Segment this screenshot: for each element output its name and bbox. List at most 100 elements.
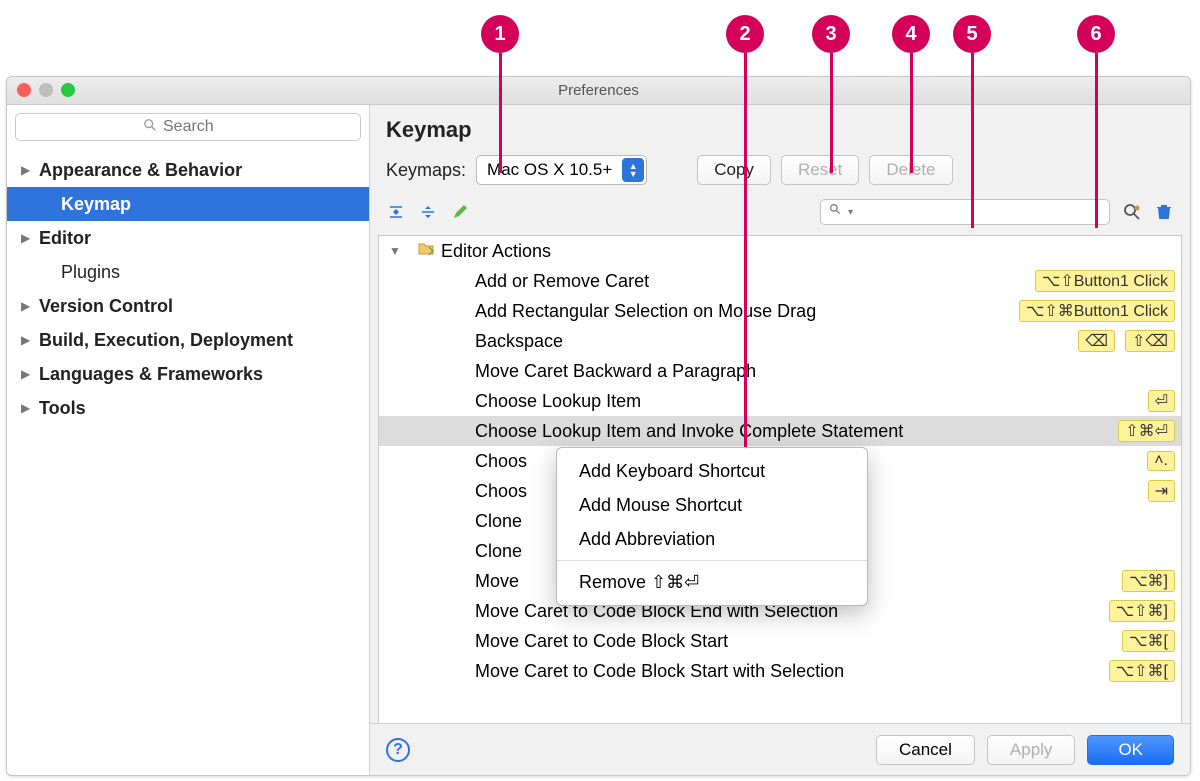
collapse-all-icon[interactable] xyxy=(418,202,438,222)
close-window-button[interactable] xyxy=(17,83,31,97)
dialog-button-bar: ? Cancel Apply OK xyxy=(370,723,1190,775)
sidebar-item-appearance[interactable]: ▶ Appearance & Behavior xyxy=(7,153,369,187)
keymaps-select-value: Mac OS X 10.5+ xyxy=(487,160,612,180)
shortcut-badge: ⌫ xyxy=(1078,330,1115,352)
shortcut-badge: ˄. xyxy=(1147,451,1175,471)
sidebar-item-version-control[interactable]: ▶ Version Control xyxy=(7,289,369,323)
action-label: Move Caret to Code Block Start with Sele… xyxy=(475,661,1109,682)
leader-1 xyxy=(499,53,502,173)
preferences-window: Preferences ▶Appearance & Behavior Keyma… xyxy=(6,76,1191,776)
reset-button[interactable]: Reset xyxy=(781,155,859,185)
chevron-down-icon: ▼ xyxy=(389,244,401,258)
shortcut-badge: ⌥⇧Button1 Click xyxy=(1035,270,1175,292)
shortcut-badge: ⌥⇧⌘] xyxy=(1109,600,1175,622)
chevron-right-icon: ▶ xyxy=(21,333,31,347)
shortcut-badge: ⌥⇧⌘Button1 Click xyxy=(1019,300,1175,322)
menu-remove-shortcut[interactable]: Remove ⇧⌘⏎ xyxy=(557,565,867,599)
stepper-arrows-icon: ▲▼ xyxy=(622,158,644,182)
sidebar-item-label: Languages & Frameworks xyxy=(39,364,263,385)
keymap-panel: Keymap Keymaps: Mac OS X 10.5+ ▲▼ Copy R… xyxy=(370,105,1190,775)
clear-search-icon[interactable] xyxy=(1154,202,1174,222)
sidebar-item-label: Plugins xyxy=(61,262,120,283)
action-label: Backspace xyxy=(475,331,1078,352)
expand-all-icon[interactable] xyxy=(386,202,406,222)
sidebar-item-label: Keymap xyxy=(61,194,131,215)
help-button[interactable]: ? xyxy=(386,738,410,762)
preferences-tree: ▶ Appearance & Behavior Keymap ▶ Editor Pl… xyxy=(7,149,369,425)
menu-add-abbreviation[interactable]: Add Abbreviation xyxy=(557,522,867,556)
callout-2: 2 xyxy=(726,15,764,53)
shortcut-badge: ⇥ xyxy=(1148,480,1175,502)
search-icon xyxy=(829,203,842,221)
action-group-label: Editor Actions xyxy=(441,241,1181,262)
leader-5 xyxy=(971,53,974,228)
cancel-button[interactable]: Cancel xyxy=(876,735,975,765)
callout-6: 6 xyxy=(1077,15,1115,53)
chevron-right-icon: ▶ xyxy=(21,367,31,381)
window-controls xyxy=(17,83,75,97)
sidebar-item-label: Appearance & Behavior xyxy=(39,160,242,181)
shortcut-badge: ⌥⇧⌘[ xyxy=(1109,660,1175,682)
action-search[interactable]: ▾ xyxy=(820,199,1110,225)
sidebar-item-label: Editor xyxy=(39,228,91,249)
shortcut-badge: ⇧⌫ xyxy=(1125,330,1175,352)
shortcut-context-menu: Add Keyboard Shortcut Add Mouse Shortcut… xyxy=(556,447,868,606)
action-row[interactable]: Add or Remove Caret⌥⇧Button1 Click xyxy=(379,266,1181,296)
callout-1: 1 xyxy=(481,15,519,53)
shortcut-badge: ⏎ xyxy=(1148,390,1175,412)
chevron-right-icon: ▶ xyxy=(21,401,31,415)
chevron-right-icon: ▶ xyxy=(21,231,31,245)
menu-add-mouse-shortcut[interactable]: Add Mouse Shortcut xyxy=(557,488,867,522)
shortcut-badge: ⌥⌘] xyxy=(1122,570,1175,592)
sidebar-item-editor[interactable]: ▶ Editor xyxy=(7,221,369,255)
action-row[interactable]: Choose Lookup Item and Invoke Complete S… xyxy=(379,416,1181,446)
callout-5: 5 xyxy=(953,15,991,53)
preferences-sidebar: ▶ Appearance & Behavior Keymap ▶ Editor Pl… xyxy=(7,105,370,775)
minimize-window-button[interactable] xyxy=(39,83,53,97)
ok-button[interactable]: OK xyxy=(1087,735,1174,765)
action-row[interactable]: Add Rectangular Selection on Mouse Drag⌥… xyxy=(379,296,1181,326)
sidebar-item-plugins[interactable]: Plugins xyxy=(7,255,369,289)
action-search-input[interactable] xyxy=(859,204,1101,220)
action-row[interactable]: Move Caret to Code Block Start with Sele… xyxy=(379,656,1181,686)
search-icon xyxy=(143,118,157,137)
page-title: Keymap xyxy=(370,105,1190,149)
find-by-shortcut-icon[interactable] xyxy=(1122,202,1142,222)
sidebar-item-label: Build, Execution, Deployment xyxy=(39,330,293,351)
sidebar-item-build[interactable]: ▶ Build, Execution, Deployment xyxy=(7,323,369,357)
sidebar-item-label: Version Control xyxy=(39,296,173,317)
shortcut-badge: ⇧⌘⏎ xyxy=(1118,420,1175,442)
apply-button[interactable]: Apply xyxy=(987,735,1076,765)
leader-4 xyxy=(910,53,913,173)
action-row[interactable]: Backspace⌫ ⇧⌫ xyxy=(379,326,1181,356)
shortcut-badge: ⌥⌘[ xyxy=(1122,630,1175,652)
sidebar-item-keymap[interactable]: Keymap xyxy=(7,187,369,221)
action-row[interactable]: Choose Lookup Item⏎ xyxy=(379,386,1181,416)
action-label: Add or Remove Caret xyxy=(475,271,1035,292)
sidebar-search-input[interactable] xyxy=(163,118,233,136)
action-group[interactable]: ▼ Editor Actions xyxy=(379,236,1181,266)
sidebar-item-tools[interactable]: ▶Tools xyxy=(7,391,369,425)
action-row[interactable]: Move Caret Backward a Paragraph xyxy=(379,356,1181,386)
zoom-window-button[interactable] xyxy=(61,83,75,97)
keymaps-label: Keymaps: xyxy=(386,160,466,181)
leader-6 xyxy=(1095,53,1098,228)
callout-3: 3 xyxy=(812,15,850,53)
sidebar-item-languages[interactable]: ▶ Languages & Frameworks xyxy=(7,357,369,391)
leader-2 xyxy=(744,53,747,458)
menu-separator xyxy=(557,560,867,561)
leader-3 xyxy=(830,53,833,173)
callout-4: 4 xyxy=(892,15,930,53)
action-row[interactable]: Move Caret to Code Block Start⌥⌘[ xyxy=(379,626,1181,656)
action-label: Move Caret Backward a Paragraph xyxy=(475,361,1181,382)
chevron-right-icon: ▶ xyxy=(21,299,31,313)
menu-add-keyboard-shortcut[interactable]: Add Keyboard Shortcut xyxy=(557,454,867,488)
edit-shortcut-icon[interactable] xyxy=(450,202,470,222)
copy-button[interactable]: Copy xyxy=(697,155,771,185)
chevron-right-icon: ▶ xyxy=(21,163,31,177)
action-label: Move Caret to Code Block Start xyxy=(475,631,1122,652)
dropdown-caret-icon: ▾ xyxy=(848,207,853,218)
sidebar-search[interactable] xyxy=(15,113,361,141)
action-label: Choose Lookup Item xyxy=(475,391,1148,412)
folder-icon xyxy=(417,240,435,263)
